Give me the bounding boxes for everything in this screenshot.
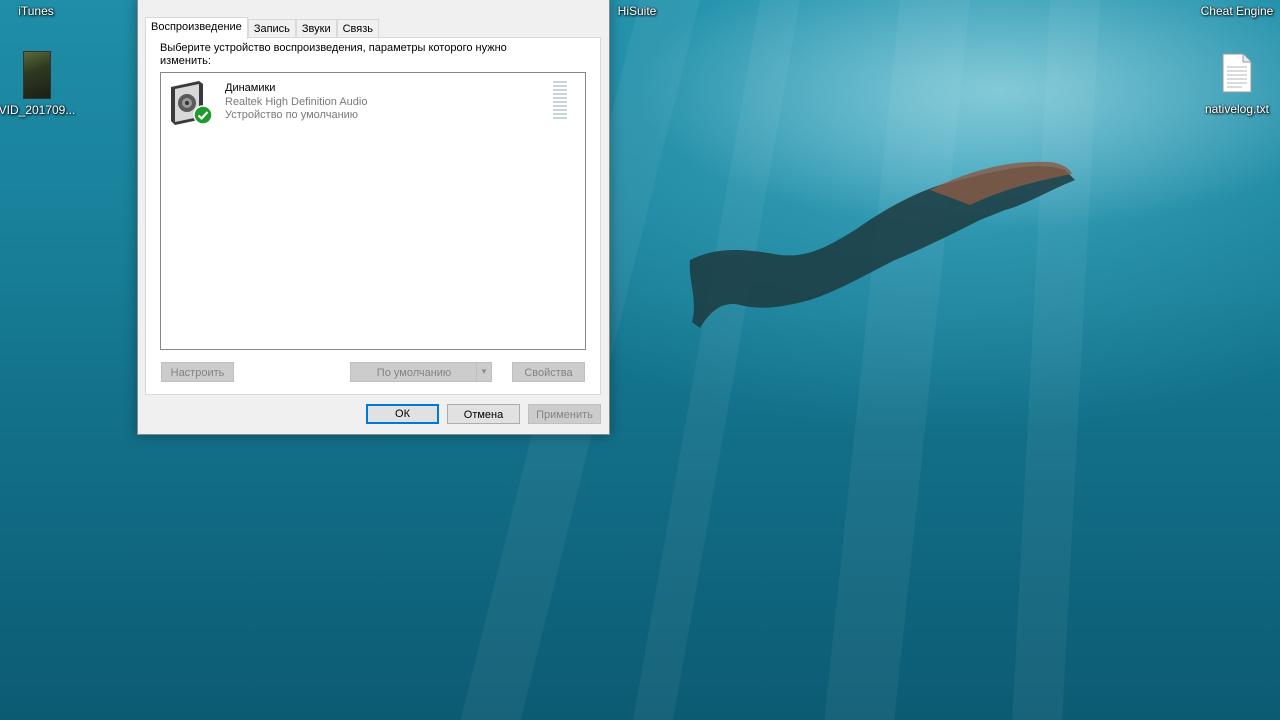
tab-sounds[interactable]: Звуки: [295, 19, 337, 38]
playback-panel: Выберите устройство воспроизведения, пар…: [145, 37, 601, 395]
desktop-icon-label: iTunes: [18, 4, 54, 18]
chevron-down-icon[interactable]: ▼: [476, 363, 491, 381]
set-default-button[interactable]: По умолчанию ▼: [350, 362, 492, 382]
desktop-icon-label: Cheat Engine: [1200, 4, 1274, 18]
device-item[interactable]: Динамики Realtek High Definition Audio У…: [167, 79, 577, 129]
device-name: Динамики: [225, 82, 276, 94]
set-default-label: По умолчанию: [376, 367, 452, 379]
tab-strip: Воспроизведение Запись Звуки Связь: [145, 17, 380, 39]
instruction-text: Выберите устройство воспроизведения, пар…: [160, 42, 507, 67]
text-file-icon: [1222, 53, 1252, 93]
desktop-icon-cheat-engine[interactable]: Cheat Engine: [1197, 4, 1277, 18]
desktop-icon-label: nativelog.txt: [1204, 102, 1270, 116]
desktop-icon-nativelog[interactable]: nativelog.txt: [1197, 53, 1277, 116]
apply-button[interactable]: Применить: [528, 404, 601, 424]
default-check-icon: [193, 105, 213, 125]
light-ray: [1012, 0, 1100, 720]
configure-button[interactable]: Настроить: [161, 362, 234, 382]
ok-button[interactable]: ОК: [366, 404, 439, 424]
cancel-button[interactable]: Отмена: [447, 404, 520, 424]
light-ray: [824, 0, 970, 720]
diver-silhouette: [689, 161, 1075, 328]
desktop-icon-itunes[interactable]: iTunes: [0, 4, 76, 18]
video-thumbnail-icon: [23, 51, 51, 99]
desktop-icon-label: VID_201709...: [0, 103, 76, 117]
properties-button[interactable]: Свойства: [512, 362, 585, 382]
sound-dialog: Воспроизведение Запись Звуки Связь Выбер…: [137, 0, 610, 435]
tab-communications[interactable]: Связь: [336, 19, 380, 38]
device-list[interactable]: Динамики Realtek High Definition Audio У…: [160, 72, 586, 350]
tab-recording[interactable]: Запись: [247, 19, 296, 38]
device-driver: Realtek High Definition Audio: [225, 96, 368, 108]
device-status: Устройство по умолчанию: [225, 109, 359, 121]
volume-level-meter: [553, 81, 567, 119]
tab-playback[interactable]: Воспроизведение: [145, 17, 248, 39]
desktop-icon-video[interactable]: VID_201709...: [0, 51, 77, 117]
